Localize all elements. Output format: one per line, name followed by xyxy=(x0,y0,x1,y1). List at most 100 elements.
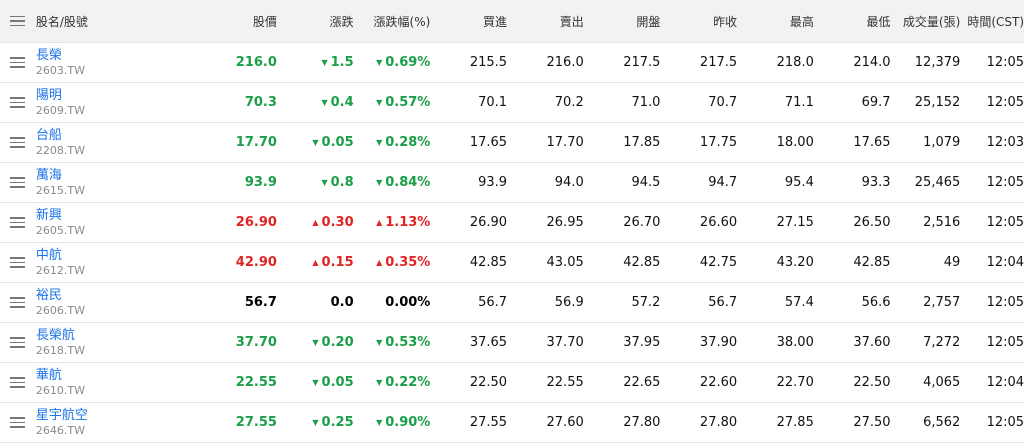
header-price[interactable]: 股價 xyxy=(130,13,277,30)
change-value: 1.5 xyxy=(330,55,354,70)
down-arrow-icon: ▼ xyxy=(321,178,328,187)
stock-name-link[interactable]: 萬海 xyxy=(36,168,130,184)
bid-cell: 70.1 xyxy=(478,95,508,110)
header-low[interactable]: 最低 xyxy=(814,13,891,30)
down-arrow-icon: ▼ xyxy=(376,138,383,147)
time-cell: 12:05 xyxy=(986,215,1024,230)
stock-code: 2615.TW xyxy=(35,184,85,197)
table-row[interactable]: 星宇航空 2646.TW 27.55 ▼ 0.25 ▼ 0.90% 27.55 27.60 27.… xyxy=(0,403,1024,443)
stock-code: 2609.TW xyxy=(35,104,85,117)
open-cell: 27.80 xyxy=(623,415,661,430)
header-change[interactable]: 漲跌 xyxy=(277,13,354,30)
stock-name-link[interactable]: 裕民 xyxy=(36,288,130,304)
table-row[interactable]: 長榮航 2618.TW 37.70 ▼ 0.20 ▼ 0.53% 37.65 37.70 37.9… xyxy=(0,323,1024,363)
stock-name-cell: 長榮 2603.TW xyxy=(36,48,130,77)
table-row[interactable]: 台船 2208.TW 17.70 ▼ 0.05 ▼ 0.28% 17.65 17.70 17.85… xyxy=(0,123,1024,163)
change-cell: ▼ 0.8 xyxy=(277,175,353,190)
prev-close-cell: 56.7 xyxy=(708,295,738,310)
row-drag-handle[interactable] xyxy=(0,177,36,188)
bid-cell: 93.9 xyxy=(478,175,508,190)
stock-name-cell: 星宇航空 2646.TW xyxy=(36,408,130,437)
table-row[interactable]: 萬海 2615.TW 93.9 ▼ 0.8 ▼ 0.84% 93.9 94.0 94.5 94.7 9… xyxy=(0,163,1024,203)
row-drag-handle[interactable] xyxy=(0,257,36,268)
open-cell: 26.70 xyxy=(623,215,661,230)
header-time[interactable]: 時間(CST) xyxy=(960,13,1024,30)
stock-name-link[interactable]: 中航 xyxy=(36,248,130,264)
row-drag-handle[interactable] xyxy=(0,377,36,388)
drag-handle-icon xyxy=(10,217,26,228)
stock-name-link[interactable]: 台船 xyxy=(36,128,130,144)
change-cell: ▲ 0.30 xyxy=(277,215,353,230)
open-cell: 217.5 xyxy=(623,55,661,70)
drag-handle-icon xyxy=(10,177,26,188)
stock-name-link[interactable]: 長榮航 xyxy=(36,328,130,344)
stock-code: 2606.TW xyxy=(35,304,85,317)
price-cell: 26.90 xyxy=(235,215,277,230)
volume-cell: 2,516 xyxy=(923,215,961,230)
change-pct-cell: ▲ 0.35% xyxy=(354,255,430,270)
drag-handle-icon xyxy=(10,377,26,388)
change-cell: ▼ 0.4 xyxy=(277,95,353,110)
drag-handle-icon xyxy=(10,15,26,27)
down-arrow-icon: ▼ xyxy=(376,178,383,187)
stock-name-link[interactable]: 長榮 xyxy=(36,48,130,64)
price-cell: 70.3 xyxy=(244,95,277,110)
drag-handle-icon xyxy=(10,297,26,308)
change-cell: ▼ 0.05 xyxy=(277,135,353,150)
down-arrow-icon: ▼ xyxy=(312,338,319,347)
time-cell: 12:05 xyxy=(986,295,1024,310)
ask-cell: 94.0 xyxy=(554,175,584,190)
change-cell: ▼ 0.25 xyxy=(277,415,353,430)
header-high[interactable]: 最高 xyxy=(737,13,814,30)
row-drag-handle[interactable] xyxy=(0,417,36,428)
row-drag-handle[interactable] xyxy=(0,297,36,308)
header-volume[interactable]: 成交量(張) xyxy=(891,13,960,30)
down-arrow-icon: ▼ xyxy=(312,378,319,387)
header-drag-handle[interactable] xyxy=(0,15,36,27)
stock-name-link[interactable]: 華航 xyxy=(36,368,130,384)
row-drag-handle[interactable] xyxy=(0,97,36,108)
stock-name-link[interactable]: 陽明 xyxy=(36,88,130,104)
price-cell: 27.55 xyxy=(235,415,277,430)
table-row[interactable]: 裕民 2606.TW 56.7 0.0 0.00% 56.7 56.9 57.2 56.7 57.… xyxy=(0,283,1024,323)
header-ask[interactable]: 賣出 xyxy=(507,13,584,30)
table-row[interactable]: 陽明 2609.TW 70.3 ▼ 0.4 ▼ 0.57% 70.1 70.2 71.0 70.7 7… xyxy=(0,83,1024,123)
row-drag-handle[interactable] xyxy=(0,137,36,148)
volume-cell: 49 xyxy=(943,255,961,270)
price-cell: 216.0 xyxy=(235,55,277,70)
stock-code: 2610.TW xyxy=(35,384,85,397)
table-row[interactable]: 新興 2605.TW 26.90 ▲ 0.30 ▲ 1.13% 26.90 26.95 26.70… xyxy=(0,203,1024,243)
header-open[interactable]: 開盤 xyxy=(584,13,660,30)
stock-name-link[interactable]: 星宇航空 xyxy=(36,408,130,424)
header-bid[interactable]: 買進 xyxy=(430,13,507,30)
low-cell: 37.60 xyxy=(853,335,891,350)
prev-close-cell: 17.75 xyxy=(699,135,738,150)
stock-name-cell: 台船 2208.TW xyxy=(36,128,130,157)
change-value: 0.05 xyxy=(321,375,354,390)
row-drag-handle[interactable] xyxy=(0,57,36,68)
price-cell: 56.7 xyxy=(244,295,277,310)
stock-name-link[interactable]: 新興 xyxy=(36,208,130,224)
volume-cell: 1,079 xyxy=(923,135,961,150)
header-name[interactable]: 股名/股號 xyxy=(36,13,130,30)
high-cell: 27.15 xyxy=(776,215,814,230)
time-cell: 12:05 xyxy=(986,335,1024,350)
high-cell: 27.85 xyxy=(776,415,814,430)
row-drag-handle[interactable] xyxy=(0,337,36,348)
volume-cell: 7,272 xyxy=(923,335,961,350)
drag-handle-icon xyxy=(10,57,26,68)
row-drag-handle[interactable] xyxy=(0,217,36,228)
prev-close-cell: 26.60 xyxy=(699,215,738,230)
change-pct-value: 0.00% xyxy=(385,295,431,310)
table-row[interactable]: 中航 2612.TW 42.90 ▲ 0.15 ▲ 0.35% 42.85 43.05 42.85… xyxy=(0,243,1024,283)
table-row[interactable]: 華航 2610.TW 22.55 ▼ 0.05 ▼ 0.22% 22.50 22.55 22.65… xyxy=(0,363,1024,403)
down-arrow-icon: ▼ xyxy=(321,98,328,107)
time-cell: 12:04 xyxy=(986,375,1024,390)
price-cell: 37.70 xyxy=(235,335,277,350)
header-change-pct[interactable]: 漲跌幅(%) xyxy=(354,13,431,30)
high-cell: 95.4 xyxy=(784,175,814,190)
table-row[interactable]: 長榮 2603.TW 216.0 ▼ 1.5 ▼ 0.69% 215.5 216.0 217.5 2… xyxy=(0,43,1024,83)
bid-cell: 42.85 xyxy=(469,255,508,270)
low-cell: 69.7 xyxy=(861,95,891,110)
header-prev-close[interactable]: 昨收 xyxy=(660,13,737,30)
